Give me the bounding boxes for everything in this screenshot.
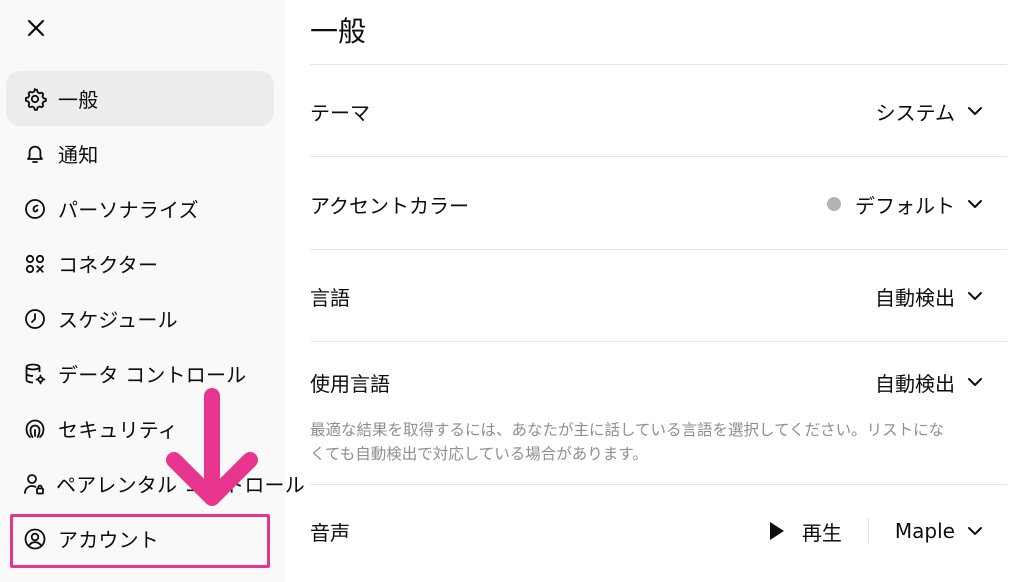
sidebar-item-schedule[interactable]: スケジュール — [6, 291, 274, 346]
play-voice-button[interactable]: 再生 — [769, 517, 842, 546]
accent-color-dropdown[interactable]: デフォルト — [827, 190, 1007, 219]
database-icon — [22, 361, 48, 387]
sidebar-item-label: パーソナライズ — [58, 198, 199, 222]
close-button[interactable] — [22, 14, 50, 42]
sidebar-item-personalize[interactable]: パーソナライズ — [6, 181, 274, 236]
sidebar-item-general[interactable]: 一般 — [6, 71, 274, 126]
voice-controls: 再生 Maple — [769, 517, 1007, 546]
sidebar-item-label: ペアレンタル コントロール — [56, 473, 305, 497]
chevron-down-icon — [967, 102, 985, 120]
sidebar-item-account[interactable]: アカウント — [6, 511, 274, 566]
sidebar-item-label: アカウント — [58, 528, 159, 552]
sidebar-item-parental-controls[interactable]: ペアレンタル コントロール — [6, 456, 305, 511]
sidebar-item-data-controls[interactable]: データ コントロール — [6, 346, 274, 401]
chevron-down-icon — [967, 195, 985, 213]
sidebar-item-label: コネクター — [58, 253, 159, 277]
voice-value: Maple — [894, 519, 955, 543]
clock-icon — [22, 306, 48, 332]
theme-value: システム — [875, 100, 955, 125]
settings-nav: 一般 通知 パーソナライズ コネクター スケジュール データ コントロール セキ… — [6, 71, 305, 566]
sidebar-item-label: 通知 — [58, 143, 99, 167]
sidebar-item-label: 一般 — [58, 88, 99, 112]
chevron-down-icon — [967, 373, 985, 391]
spoken-language-value: 自動検出 — [875, 371, 955, 396]
gear-icon — [22, 86, 48, 112]
settings-sidebar: 一般 通知 パーソナライズ コネクター スケジュール データ コントロール セキ… — [0, 0, 305, 582]
theme-dropdown[interactable]: システム — [876, 97, 1007, 126]
language-label: 言語 — [310, 285, 350, 310]
chevron-down-icon — [967, 287, 985, 305]
play-icon — [769, 522, 784, 540]
close-icon — [27, 19, 45, 37]
settings-main: 一般 テーマ システム アクセントカラー デフォルト 言語 自動検出 使用言語 … — [310, 0, 1007, 582]
divider — [310, 341, 1007, 342]
play-label: 再生 — [801, 520, 842, 545]
theme-row: テーマ システム — [310, 88, 1007, 134]
sidebar-item-security[interactable]: セキュリティ — [6, 401, 274, 456]
bell-icon — [22, 141, 48, 167]
chevron-down-icon — [967, 522, 985, 540]
voice-label: 音声 — [310, 520, 350, 545]
accent-color-value: デフォルト — [855, 193, 955, 218]
voice-row: 音声 再生 Maple — [310, 508, 1007, 554]
divider — [310, 156, 1007, 157]
personalize-icon — [22, 196, 48, 222]
spoken-language-dropdown[interactable]: 自動検出 — [875, 368, 1007, 397]
language-row: 言語 自動検出 — [310, 273, 1007, 319]
parental-icon — [22, 471, 46, 497]
divider — [310, 249, 1007, 250]
page-title: 一般 — [310, 15, 367, 48]
accent-color-label: アクセントカラー — [310, 193, 469, 218]
spoken-language-label: 使用言語 — [310, 371, 390, 396]
spoken-language-description: 最適な結果を取得するには、あなたが主に話している言語を選択してください。リストに… — [310, 421, 945, 463]
theme-label: テーマ — [310, 100, 370, 125]
divider — [867, 518, 869, 544]
language-value: 自動検出 — [875, 285, 955, 310]
divider — [310, 64, 1007, 65]
accent-color-swatch — [827, 197, 841, 211]
language-dropdown[interactable]: 自動検出 — [875, 282, 1007, 311]
sidebar-item-label: セキュリティ — [58, 418, 178, 442]
spoken-language-row: 使用言語 自動検出 — [310, 359, 1007, 405]
accent-color-row: アクセントカラー デフォルト — [310, 181, 1007, 227]
security-icon — [22, 416, 48, 442]
account-icon — [22, 526, 48, 552]
voice-dropdown[interactable]: Maple — [895, 519, 985, 543]
sidebar-item-label: データ コントロール — [58, 363, 247, 387]
sidebar-item-label: スケジュール — [58, 308, 178, 332]
divider — [310, 484, 1007, 485]
connectors-icon — [22, 251, 48, 277]
sidebar-item-notifications[interactable]: 通知 — [6, 126, 274, 181]
sidebar-item-connectors[interactable]: コネクター — [6, 236, 274, 291]
